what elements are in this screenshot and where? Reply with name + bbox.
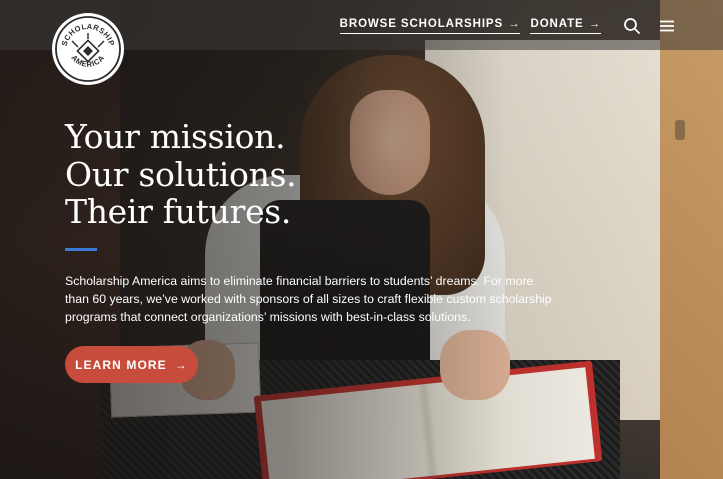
main-nav: BROWSE SCHOLARSHIPS → DONATE →: [339, 18, 601, 34]
learn-more-button[interactable]: LEARN MORE →: [65, 346, 198, 383]
hero-description: Scholarship America aims to eliminate fi…: [65, 274, 552, 324]
donate-label: DONATE: [530, 18, 584, 30]
arrow-right-icon: →: [174, 357, 188, 372]
scholarship-america-logo[interactable]: SCHOLARSHIP AMERICA: [52, 13, 124, 85]
donate-link[interactable]: DONATE →: [530, 18, 601, 34]
arrow-right-icon: →: [588, 18, 601, 30]
browse-scholarships-label: BROWSE SCHOLARSHIPS: [339, 18, 504, 30]
hero-headline: Your mission. Our solutions. Their futur…: [65, 118, 385, 231]
hero-section: SCHOLARSHIP AMERICA BROWSE SCHOLARSHIPS →…: [0, 0, 723, 479]
accent-divider: [65, 248, 97, 251]
logo-seal-icon: SCHOLARSHIP AMERICA: [55, 16, 121, 82]
arrow-right-icon: →: [508, 18, 521, 30]
headline-line-3: Their futures.: [65, 192, 292, 231]
headline-line-1: Your mission.: [65, 117, 286, 156]
learn-more-label: LEARN MORE: [75, 357, 167, 372]
menu-button[interactable]: [658, 17, 676, 35]
headline-line-2: Our solutions.: [65, 154, 297, 194]
browse-scholarships-link[interactable]: BROWSE SCHOLARSHIPS →: [339, 18, 521, 34]
menu-icon: [660, 20, 674, 32]
search-icon: [624, 18, 640, 34]
search-button[interactable]: [623, 17, 641, 35]
